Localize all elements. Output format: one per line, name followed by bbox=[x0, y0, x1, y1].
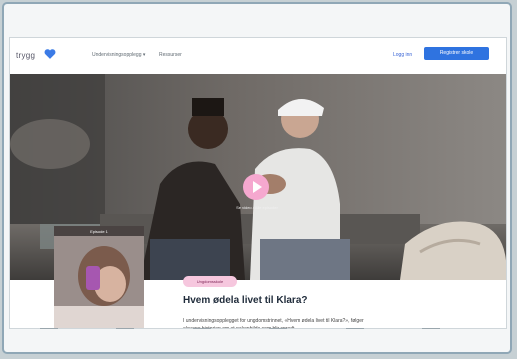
top-navigation: trygg Undervisningsopplegg ▾ Ressurser L… bbox=[10, 38, 506, 74]
nav-link-undervisningsopplegg[interactable]: Undervisningsopplegg ▾ bbox=[92, 52, 145, 58]
heart-icon bbox=[44, 49, 56, 59]
web-page: trygg Undervisningsopplegg ▾ Ressurser L… bbox=[9, 37, 507, 329]
bottom-dividers bbox=[10, 326, 500, 332]
episode-thumbnail[interactable]: Episode 1 bbox=[54, 226, 144, 328]
site-logo[interactable]: trygg bbox=[16, 51, 35, 60]
category-tag: Ungdomsskole bbox=[183, 276, 237, 287]
screenshot-frame: trygg Undervisningsopplegg ▾ Ressurser L… bbox=[2, 2, 512, 354]
register-button[interactable]: Registrer skole bbox=[424, 47, 489, 60]
divider bbox=[269, 328, 287, 329]
divider bbox=[40, 328, 58, 329]
divider bbox=[346, 328, 364, 329]
divider bbox=[193, 328, 211, 329]
divider bbox=[116, 328, 134, 329]
thumbnail-label: Episode 1 bbox=[90, 229, 108, 234]
login-link[interactable]: Logg inn bbox=[393, 52, 412, 58]
nav-link-ressurser[interactable]: Ressurser bbox=[159, 52, 182, 58]
play-icon[interactable] bbox=[253, 181, 262, 193]
page-title: Hvem ødela livet til Klara? bbox=[183, 295, 308, 306]
thumbnail-image bbox=[54, 226, 144, 328]
divider bbox=[422, 328, 440, 329]
play-caption: Se video / Alle episoder bbox=[236, 205, 278, 210]
